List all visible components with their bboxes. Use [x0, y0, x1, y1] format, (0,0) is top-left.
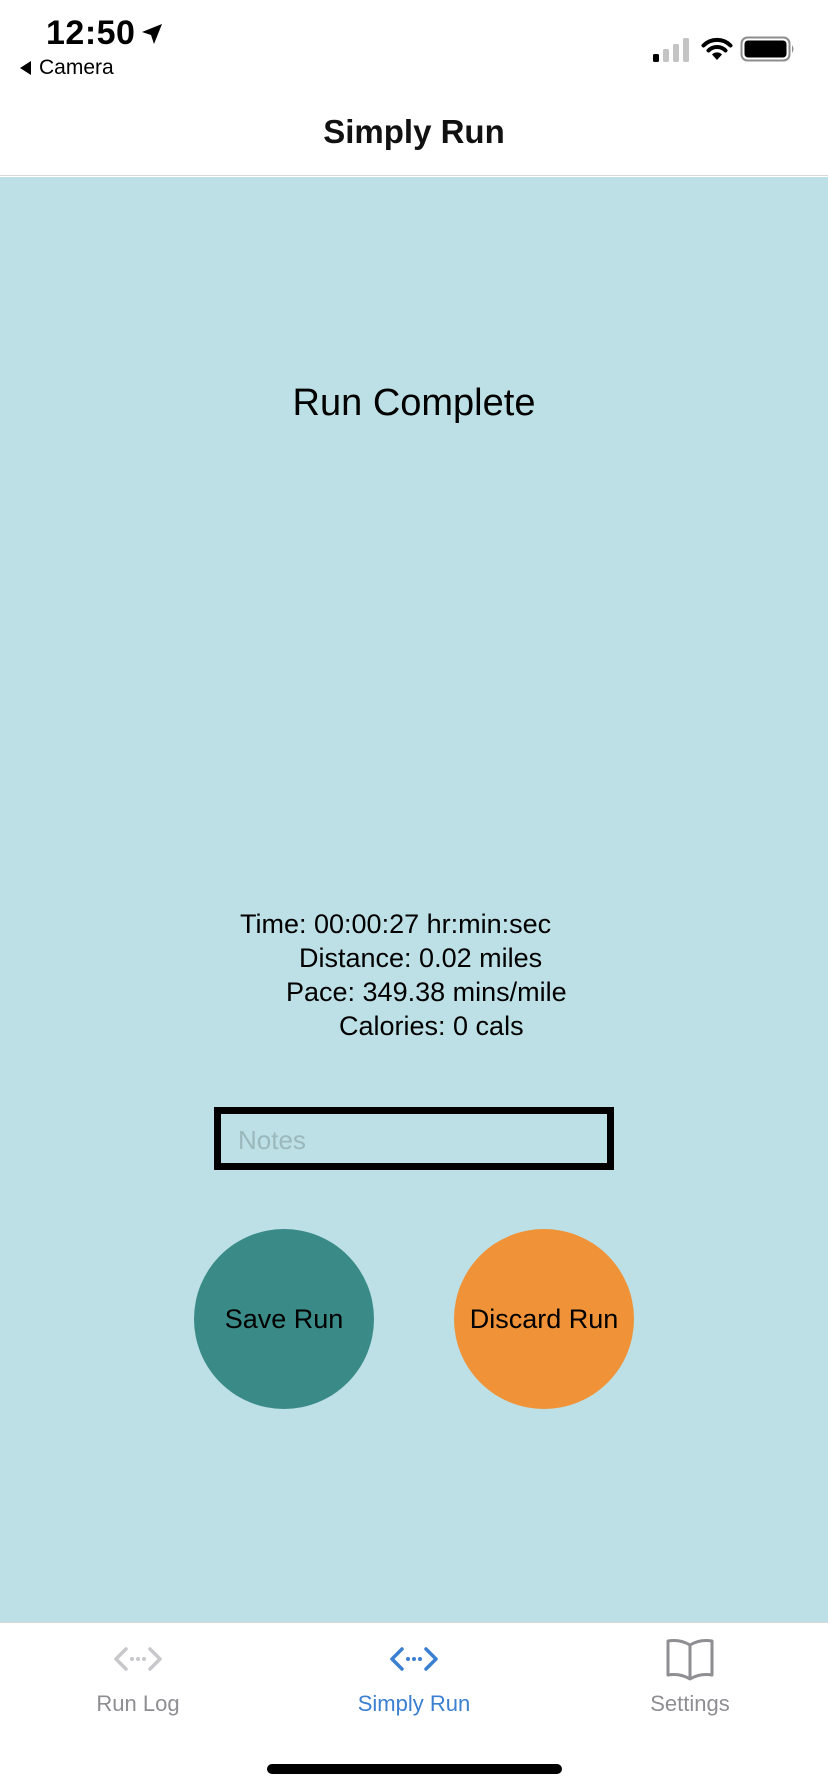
- home-indicator[interactable]: [267, 1764, 562, 1774]
- nav-title: Simply Run: [323, 112, 505, 150]
- notes-field-frame: [214, 1107, 614, 1170]
- code-arrows-icon: [390, 1647, 438, 1671]
- discard-run-button[interactable]: Discard Run: [454, 1229, 634, 1409]
- cellular-signal-icon: [653, 38, 689, 62]
- tab-run-log-label: Run Log: [96, 1691, 180, 1716]
- tab-settings[interactable]: Settings: [552, 1623, 828, 1743]
- wifi-icon: [701, 37, 733, 60]
- save-run-button[interactable]: Save Run: [194, 1229, 374, 1409]
- open-book-icon: [666, 1639, 714, 1681]
- location-arrow-icon: [142, 24, 162, 44]
- stat-calories: Calories: 0 cals: [339, 1011, 524, 1041]
- tab-settings-label: Settings: [650, 1691, 730, 1716]
- status-time: 12:50: [46, 14, 136, 52]
- status-bar: 12:50 Camera: [0, 0, 828, 88]
- tab-simply-run[interactable]: Simply Run: [276, 1623, 552, 1743]
- back-app-label: Camera: [39, 56, 114, 79]
- stat-time: Time: 00:00:27 hr:min:sec: [240, 909, 552, 939]
- stat-distance: Distance: 0.02 miles: [299, 943, 543, 973]
- code-arrows-icon: [114, 1647, 162, 1671]
- back-to-app-link[interactable]: Camera: [20, 56, 114, 80]
- navigation-bar: Simply Run: [0, 88, 828, 176]
- tab-bar: Run Log Simply Run Settings: [0, 1622, 828, 1792]
- run-complete-heading: Run Complete: [292, 382, 536, 424]
- tab-run-log[interactable]: Run Log: [0, 1623, 276, 1743]
- notes-input[interactable]: [221, 1114, 607, 1163]
- back-caret-icon: [20, 61, 31, 75]
- tab-simply-run-label: Simply Run: [357, 1691, 471, 1716]
- run-complete-screen: Run Complete Time: 00:00:27 hr:min:sec D…: [0, 177, 828, 1622]
- battery-icon: [740, 36, 794, 62]
- stat-pace: Pace: 349.38 mins/mile: [286, 977, 567, 1007]
